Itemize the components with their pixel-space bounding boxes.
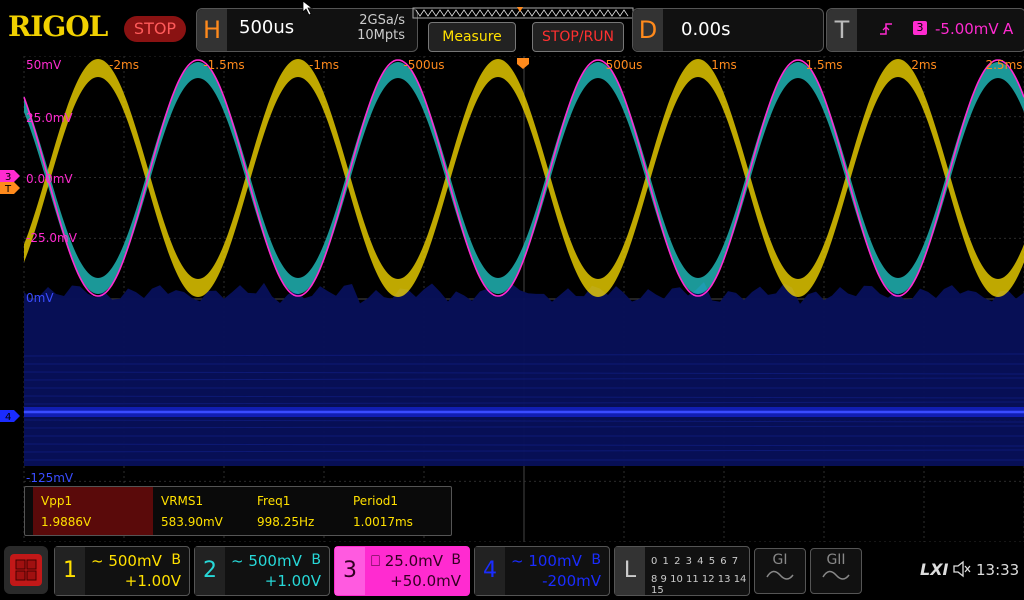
measure-button[interactable]: Measure xyxy=(428,22,516,52)
measurement-name: VRMS1 xyxy=(161,494,204,508)
channel-coupling: B xyxy=(451,552,461,568)
svg-text:4: 4 xyxy=(5,412,11,423)
rising-edge-icon xyxy=(879,21,893,41)
channel-scale: ~ 100mV xyxy=(511,552,582,570)
measurement-value: 998.25Hz xyxy=(257,515,315,529)
delay-letter: D xyxy=(633,9,663,51)
volt-tick-label: -25.0mV xyxy=(26,231,78,245)
measurement-name: Period1 xyxy=(353,494,399,508)
channel-offset: +1.00V xyxy=(124,572,181,590)
channel-number: 2 xyxy=(195,547,225,595)
trigger-mode: A xyxy=(1003,20,1014,38)
channel-offset: +1.00V xyxy=(264,572,321,590)
svg-text:T: T xyxy=(4,184,12,195)
time-tick-label: -2ms xyxy=(109,58,139,72)
logic-digits-row1: 0 1 2 3 4 5 6 7 xyxy=(651,556,740,567)
channel-number: 1 xyxy=(55,547,85,595)
measurement-name: Vpp1 xyxy=(41,494,73,508)
trigger-level-marker: T xyxy=(0,182,20,195)
generator-1-button[interactable]: GI xyxy=(754,548,806,594)
ch3-offset-marker: 3 xyxy=(0,170,20,183)
waveform-display[interactable]: -2ms -1.5ms -1ms -500us 500us 1ms 1.5ms 2ms 2.5m… xyxy=(0,56,1024,542)
main-menu-button[interactable] xyxy=(4,546,48,594)
measurement-vpp1[interactable]: Vpp1 1.9886V xyxy=(33,487,153,535)
measurement-freq1[interactable]: Freq1 998.25Hz xyxy=(249,487,345,535)
trigger-source: 3 xyxy=(913,21,927,35)
measurement-value: 583.90mV xyxy=(161,515,223,529)
horizontal-letter: H xyxy=(197,9,227,51)
logic-analyzer-button[interactable]: L 0 1 2 3 4 5 6 7 8 9 10 11 12 13 14 15 xyxy=(614,546,750,596)
lxi-logo: LXI xyxy=(920,560,949,579)
delay-value: 0.00s xyxy=(681,19,731,40)
delay-settings[interactable]: D 0.00s xyxy=(632,8,824,52)
sine-wave-icon xyxy=(822,570,850,580)
volt-tick-label: 50mV xyxy=(26,58,62,72)
ch4-waveform xyxy=(23,282,1024,466)
volt-tick-label: 0mV xyxy=(26,291,54,305)
speaker-mute-icon[interactable] xyxy=(952,560,972,582)
volt-tick-label: 25.0mV xyxy=(26,111,73,125)
svg-text:3: 3 xyxy=(5,172,11,183)
channel-3-button[interactable]: 3 ⎕ 25.0mV B +50.0mV xyxy=(334,546,470,596)
channel-markers: 3T 4 xyxy=(0,170,20,423)
channel-offset: +50.0mV xyxy=(390,572,461,590)
generator-1-label: GI xyxy=(772,552,788,568)
mouse-cursor-icon xyxy=(302,0,314,16)
measurement-value: 1.9886V xyxy=(41,515,92,529)
channel-4-button[interactable]: 4 ~ 100mV B -200mV xyxy=(474,546,610,596)
time-tick-label: 2.5ms xyxy=(985,58,1022,72)
channel-number: 3 xyxy=(335,547,365,595)
trigger-level: -5.00mV xyxy=(935,20,999,38)
channel-coupling: B xyxy=(591,552,601,568)
sine-wave-icon xyxy=(766,570,794,580)
trigger-settings[interactable]: T 3 -5.00mV A xyxy=(826,8,1024,52)
stop-run-button[interactable]: STOP/RUN xyxy=(532,22,624,52)
measurement-vrms1[interactable]: VRMS1 583.90mV xyxy=(153,487,249,535)
run-state-badge[interactable]: STOP xyxy=(124,16,186,42)
channel-scale: ~ 500mV xyxy=(231,552,302,570)
menu-grid-icon xyxy=(10,554,42,586)
channel-2-button[interactable]: 2 ~ 500mV B +1.00V xyxy=(194,546,330,596)
time-tick-label: 1.5ms xyxy=(805,58,842,72)
channel-scale: ~ 500mV xyxy=(91,552,162,570)
trigger-position-marker xyxy=(517,58,529,69)
channel-1-button[interactable]: 1 ~ 500mV B +1.00V xyxy=(54,546,190,596)
logic-letter: L xyxy=(615,547,645,595)
clock: 13:33 xyxy=(976,561,1020,579)
rigol-logo: RIGOL xyxy=(8,10,108,43)
memory-position-bar xyxy=(412,7,634,19)
channel-offset: -200mV xyxy=(542,572,601,590)
volt-tick-label: 0.00mV xyxy=(26,172,73,186)
trigger-letter: T xyxy=(827,9,857,51)
time-tick-label: 1ms xyxy=(711,58,737,72)
timebase-value: 500us xyxy=(239,17,295,38)
logic-digits-row2: 8 9 10 11 12 13 14 15 xyxy=(651,574,747,596)
time-tick-label: -1ms xyxy=(309,58,339,72)
measurement-value: 1.0017ms xyxy=(353,515,413,529)
volt-tick-label: -125mV xyxy=(26,471,74,485)
measurement-period1[interactable]: Period1 1.0017ms xyxy=(345,487,445,535)
time-tick-label: -500us xyxy=(403,58,444,72)
channel-scale: ⎕ 25.0mV xyxy=(371,552,444,570)
channel-coupling: B xyxy=(311,552,321,568)
channel-coupling: B xyxy=(171,552,181,568)
ch4-offset-marker: 4 xyxy=(0,410,20,423)
generator-2-label: GII xyxy=(826,552,846,568)
sample-rate: 2GSa/s xyxy=(359,13,405,28)
measurement-name: Freq1 xyxy=(257,494,291,508)
acquisition-info: 2GSa/s 10Mpts xyxy=(343,13,405,43)
memory-depth: 10Mpts xyxy=(357,28,405,43)
time-tick-label: 2ms xyxy=(911,58,937,72)
channel-number: 4 xyxy=(475,547,505,595)
measurement-panel[interactable]: Vpp1 1.9886V VRMS1 583.90mV Freq1 998.25Hz Per… xyxy=(24,486,452,536)
generator-2-button[interactable]: GII xyxy=(810,548,862,594)
time-tick-label: -1.5ms xyxy=(203,58,244,72)
time-tick-label: 500us xyxy=(606,58,643,72)
